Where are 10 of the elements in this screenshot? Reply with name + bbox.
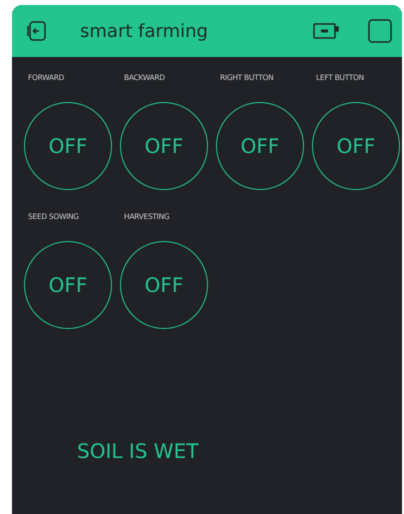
toggle-button[interactable]: OFF [120, 102, 208, 190]
toggle-button[interactable]: OFF [120, 241, 208, 329]
app-title: smart farming [80, 20, 209, 42]
square-icon[interactable] [368, 19, 392, 43]
toggle-button[interactable]: OFF [312, 102, 400, 190]
toggle-button[interactable]: OFF [24, 102, 112, 190]
toggle-button[interactable]: OFF [24, 241, 112, 329]
status-text: SOIL IS WET [77, 439, 200, 463]
toggle-button[interactable]: OFF [216, 102, 304, 190]
exit-icon[interactable] [26, 20, 48, 42]
